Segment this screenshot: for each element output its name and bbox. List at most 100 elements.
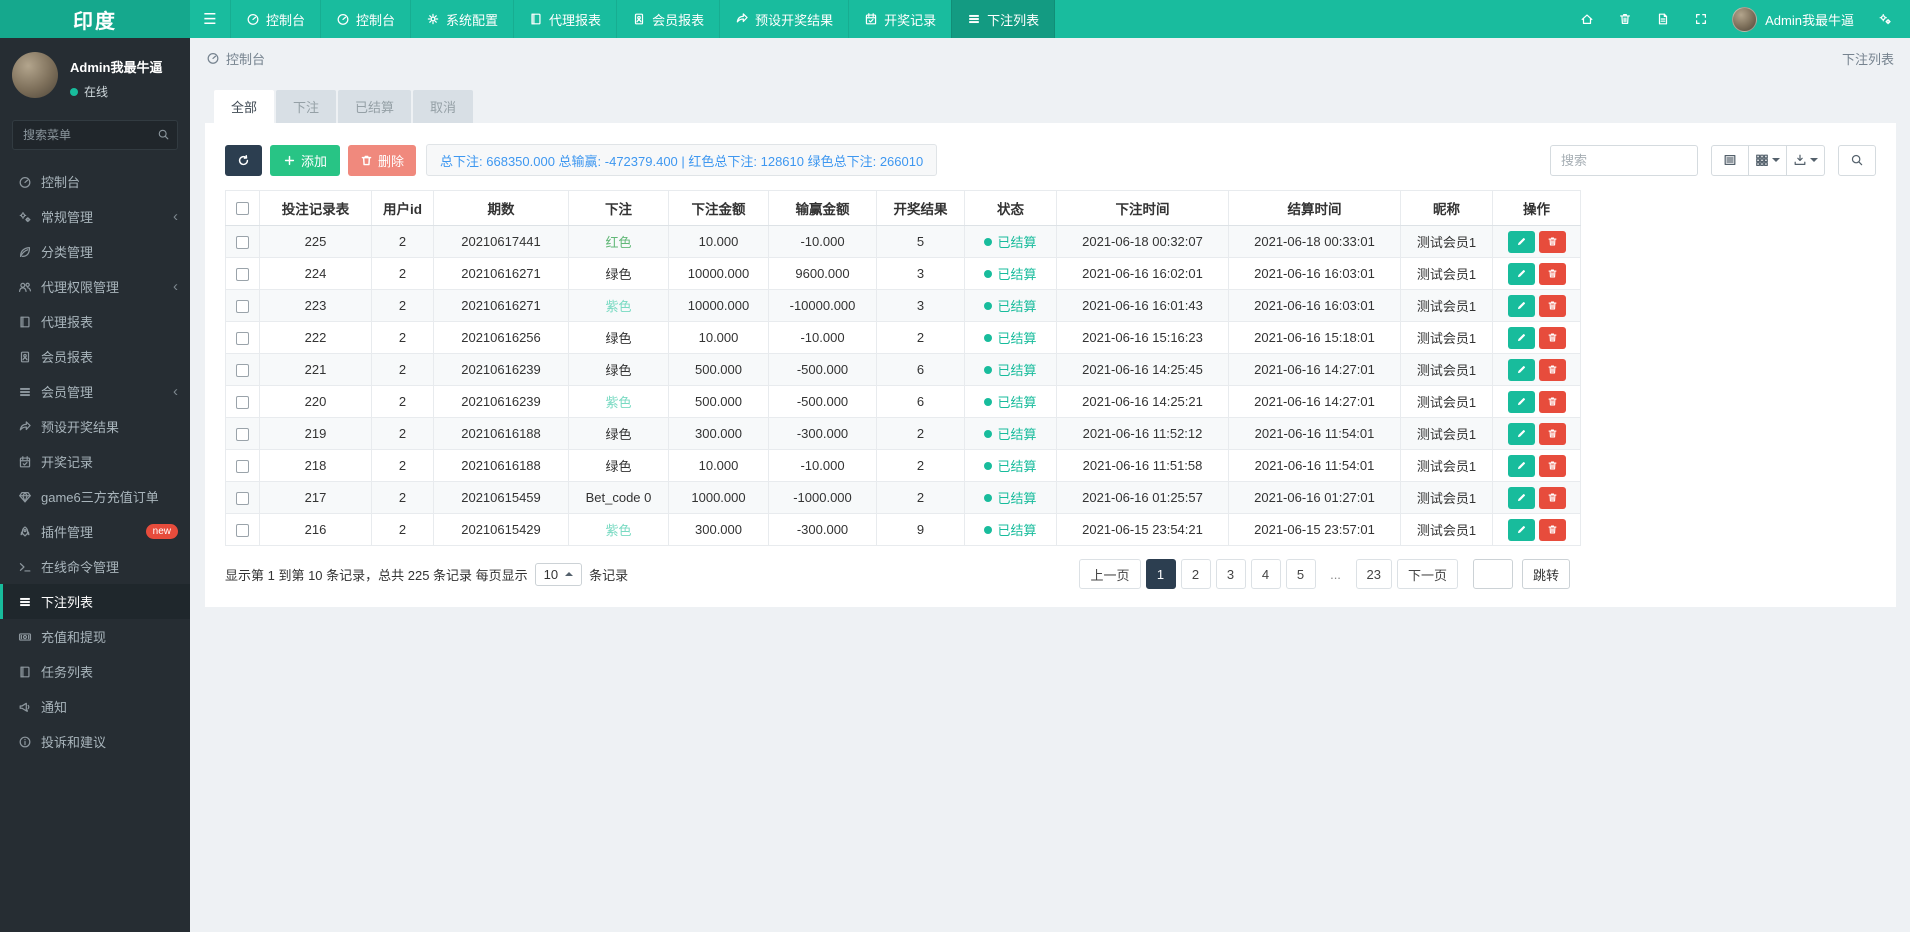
common-search-button[interactable] (1838, 144, 1876, 176)
column-header[interactable]: 下注 (568, 190, 669, 226)
row-checkbox[interactable] (236, 492, 249, 506)
sidebar-item-6[interactable]: 会员报表 (0, 339, 190, 374)
page-button-3[interactable]: 3 (1215, 559, 1246, 589)
topnav-item-1[interactable]: 控制台 (230, 0, 320, 38)
delete-row-button[interactable] (1538, 230, 1566, 253)
edit-button[interactable] (1507, 230, 1535, 253)
tab-4[interactable]: 取消 (413, 90, 474, 123)
sidebar-item-14[interactable]: 充值和提现 (0, 619, 190, 654)
edit-button[interactable] (1507, 294, 1535, 317)
topnav-item-7[interactable]: 开奖记录 (848, 0, 951, 38)
delete-button[interactable]: 删除 (348, 144, 417, 176)
select-all-checkbox[interactable] (236, 202, 249, 216)
delete-row-button[interactable] (1538, 422, 1566, 445)
sidebar-item-7[interactable]: 会员管理 ‹ (0, 374, 190, 409)
sidebar-item-17[interactable]: 投诉和建议 (0, 724, 190, 759)
row-checkbox[interactable] (236, 236, 249, 250)
sidebar-item-10[interactable]: game6三方充值订单 (0, 479, 190, 514)
export-button[interactable] (1787, 144, 1825, 176)
delete-row-button[interactable] (1538, 518, 1566, 541)
breadcrumb-left[interactable]: 控制台 (226, 49, 265, 68)
topnav-item-8[interactable]: 下注列表 (951, 0, 1056, 38)
topnav-item-5[interactable]: 会员报表 (616, 0, 719, 38)
topnav-item-4[interactable]: 代理报表 (513, 0, 616, 38)
hamburger-menu-icon[interactable]: ☰ (190, 0, 230, 38)
page-button-2[interactable]: 2 (1180, 559, 1211, 589)
refresh-button[interactable] (225, 144, 262, 176)
page-button-4[interactable]: 4 (1250, 559, 1281, 589)
row-checkbox[interactable] (236, 332, 249, 346)
home-icon[interactable] (1580, 12, 1594, 26)
edit-button[interactable] (1507, 518, 1535, 541)
tab-1[interactable]: 全部 (214, 90, 275, 123)
delete-row-button[interactable] (1538, 486, 1566, 509)
delete-row-button[interactable] (1538, 358, 1566, 381)
sidebar-item-9[interactable]: 开奖记录 (0, 444, 190, 479)
column-header[interactable]: 下注时间 (1056, 190, 1229, 226)
brand-logo[interactable]: 印度 (0, 0, 190, 38)
edit-button[interactable] (1507, 390, 1535, 413)
page-size-dropdown[interactable]: 10 (534, 562, 583, 586)
jump-page-input[interactable] (1472, 559, 1513, 589)
row-checkbox[interactable] (236, 396, 249, 410)
column-header[interactable]: 下注金额 (668, 190, 769, 226)
column-header[interactable]: 开奖结果 (876, 190, 965, 226)
gears-icon[interactable] (1878, 12, 1892, 26)
tab-3[interactable]: 已结算 (338, 90, 412, 123)
column-header[interactable]: 操作 (1492, 190, 1581, 226)
sidebar-item-13[interactable]: 下注列表 (0, 584, 190, 619)
table-search-input[interactable] (1550, 144, 1698, 176)
column-header[interactable]: 昵称 (1400, 190, 1493, 226)
column-header[interactable]: 状态 (964, 190, 1057, 226)
delete-row-button[interactable] (1538, 454, 1566, 477)
sidebar-item-12[interactable]: 在线命令管理 (0, 549, 190, 584)
row-checkbox[interactable] (236, 460, 249, 474)
sidebar-item-4[interactable]: 代理权限管理 ‹ (0, 269, 190, 304)
detail-view-button[interactable] (1711, 144, 1749, 176)
edit-button[interactable] (1507, 326, 1535, 349)
tab-2[interactable]: 下注 (276, 90, 337, 123)
delete-row-button[interactable] (1538, 390, 1566, 413)
jump-button[interactable]: 跳转 (1521, 559, 1570, 589)
delete-row-button[interactable] (1538, 262, 1566, 285)
edit-button[interactable] (1507, 358, 1535, 381)
edit-button[interactable] (1507, 422, 1535, 445)
add-button[interactable]: 添加 (270, 144, 341, 176)
trash-icon[interactable] (1618, 12, 1632, 26)
row-checkbox[interactable] (236, 300, 249, 314)
sidebar-item-8[interactable]: 预设开奖结果 (0, 409, 190, 444)
column-header[interactable]: 输赢金额 (768, 190, 877, 226)
delete-row-button[interactable] (1538, 326, 1566, 349)
next-page-button[interactable]: 下一页 (1396, 559, 1458, 589)
topnav-item-3[interactable]: 系统配置 (410, 0, 513, 38)
page-button-1[interactable]: 1 (1145, 559, 1176, 589)
menu-search-input[interactable] (12, 120, 178, 150)
page-button-23[interactable]: 23 (1355, 559, 1392, 589)
edit-button[interactable] (1507, 262, 1535, 285)
log-icon[interactable] (1656, 12, 1670, 26)
topnav-item-2[interactable]: 控制台 (320, 0, 410, 38)
navbar-user-menu[interactable]: Admin我最牛逼 (1732, 6, 1854, 32)
sidebar-item-11[interactable]: 插件管理 new (0, 514, 190, 549)
sidebar-item-16[interactable]: 通知 (0, 689, 190, 724)
columns-button[interactable] (1749, 144, 1787, 176)
row-checkbox[interactable] (236, 428, 249, 442)
edit-button[interactable] (1507, 454, 1535, 477)
column-header[interactable]: 用户id (371, 190, 434, 226)
sidebar-item-3[interactable]: 分类管理 (0, 234, 190, 269)
prev-page-button[interactable]: 上一页 (1079, 559, 1141, 589)
row-checkbox[interactable] (236, 524, 249, 538)
expand-icon[interactable] (1694, 12, 1708, 26)
edit-button[interactable] (1507, 486, 1535, 509)
sidebar-item-1[interactable]: 控制台 (0, 164, 190, 199)
sidebar-item-15[interactable]: 任务列表 (0, 654, 190, 689)
topnav-item-6[interactable]: 预设开奖结果 (719, 0, 848, 38)
page-button-5[interactable]: 5 (1285, 559, 1316, 589)
sidebar-item-5[interactable]: 代理报表 (0, 304, 190, 339)
column-header[interactable]: 期数 (433, 190, 569, 226)
column-header[interactable]: 投注记录表 (259, 190, 372, 226)
row-checkbox[interactable] (236, 268, 249, 282)
delete-row-button[interactable] (1538, 294, 1566, 317)
column-header[interactable]: 结算时间 (1228, 190, 1401, 226)
row-checkbox[interactable] (236, 364, 249, 378)
